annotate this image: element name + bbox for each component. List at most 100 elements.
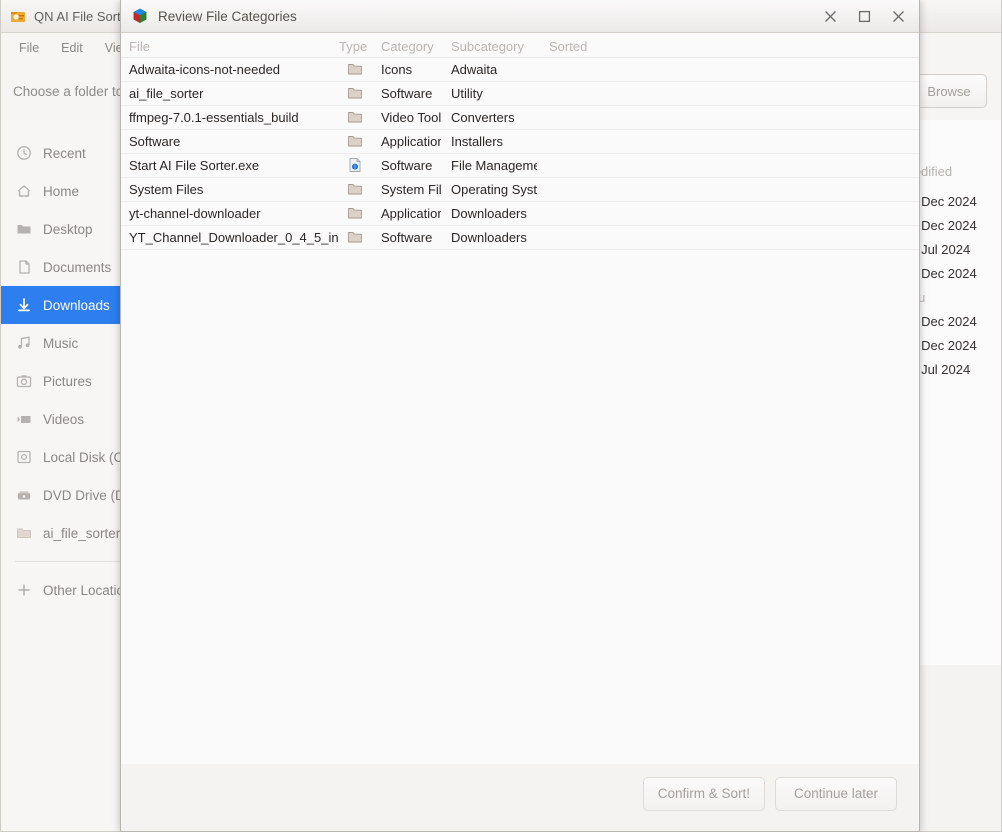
- cell-sorted: [537, 177, 919, 201]
- cell-subcategory: Operating System: [441, 177, 537, 201]
- sidebar-item-label: DVD Drive (D:: [43, 488, 129, 503]
- window-close-button[interactable]: [881, 1, 915, 31]
- cell-sorted: [537, 225, 919, 249]
- dialog-title: Review File Categories: [158, 9, 297, 24]
- cell-subcategory: File Management: [441, 153, 537, 177]
- cell-type: [339, 105, 371, 129]
- cell-file: ai_file_sorter: [121, 81, 339, 105]
- table-row[interactable]: Adwaita-icons-not-needed Icons Adwaita: [121, 57, 919, 81]
- cell-subcategory: Utility: [441, 81, 537, 105]
- column-header-subcategory[interactable]: Subcategory: [441, 33, 537, 57]
- cell-type: [339, 225, 371, 249]
- cell-subcategory: Converters: [441, 105, 537, 129]
- cell-type: [339, 201, 371, 225]
- sidebar-item-label: Music: [43, 336, 78, 351]
- cell-file: Adwaita-icons-not-needed: [121, 57, 339, 81]
- cell-file: yt-channel-downloader: [121, 201, 339, 225]
- sidebar-item-label: Videos: [43, 412, 84, 427]
- table-row[interactable]: Start AI File Sorter.exe Software File M…: [121, 153, 919, 177]
- file-categories-list[interactable]: File Type Category Subcategory Sorted Ad…: [121, 33, 919, 764]
- folder-icon: [347, 133, 363, 149]
- cell-sorted: [537, 105, 919, 129]
- folder-icon: [347, 61, 363, 77]
- cell-category: Applications: [371, 201, 441, 225]
- table-row[interactable]: yt-channel-downloader Applications Downl…: [121, 201, 919, 225]
- table-body: Adwaita-icons-not-needed Icons Adwaita a…: [121, 57, 919, 249]
- sidebar-item-label: Pictures: [43, 374, 92, 389]
- cell-sorted: [537, 201, 919, 225]
- cell-type: [339, 129, 371, 153]
- file-categories-table: File Type Category Subcategory Sorted Ad…: [121, 33, 919, 250]
- cell-sorted: [537, 153, 919, 177]
- cell-file: ffmpeg-7.0.1-essentials_build: [121, 105, 339, 129]
- column-header-type[interactable]: Type: [339, 33, 371, 57]
- sidebar-item-label: Downloads: [43, 298, 110, 313]
- home-icon: [15, 183, 32, 200]
- dialog-footer: Confirm & Sort! Continue later: [121, 764, 919, 831]
- dialog-titlebar: Review File Categories: [121, 0, 919, 33]
- table-row[interactable]: YT_Channel_Downloader_0_4_5_installer So…: [121, 225, 919, 249]
- column-header-sorted[interactable]: Sorted: [537, 33, 919, 57]
- video-icon: [15, 411, 32, 428]
- background-window-title: QN AI File Sorter: [34, 9, 132, 24]
- sidebar-item-label: Desktop: [43, 222, 93, 237]
- review-file-categories-dialog: Review File Categories: [120, 0, 920, 832]
- cell-type: [339, 153, 371, 177]
- sidebar-item-label: Local Disk (C:: [43, 450, 127, 465]
- sidebar-item-label: ai_file_sorter_: [43, 526, 128, 541]
- exe-icon: [347, 157, 363, 173]
- menu-edit[interactable]: Edit: [53, 38, 91, 58]
- continue-later-button[interactable]: Continue later: [775, 777, 897, 811]
- table-header-row: File Type Category Subcategory Sorted: [121, 33, 919, 57]
- cell-sorted: [537, 129, 919, 153]
- table-row[interactable]: System Files System Files Operating Syst…: [121, 177, 919, 201]
- folder-icon: [347, 85, 363, 101]
- table-row[interactable]: ffmpeg-7.0.1-essentials_build Video Tool…: [121, 105, 919, 129]
- table-row[interactable]: ai_file_sorter Software Utility: [121, 81, 919, 105]
- cell-subcategory: Adwaita: [441, 57, 537, 81]
- cell-file: System Files: [121, 177, 339, 201]
- cell-category: System Files: [371, 177, 441, 201]
- app-icon: [9, 7, 27, 25]
- download-icon: [15, 297, 32, 314]
- sidebar-item-label: Recent: [43, 146, 86, 161]
- folder-icon: [347, 181, 363, 197]
- cube-icon: [131, 7, 149, 25]
- sidebar-item-label: Other Locatio: [43, 583, 124, 598]
- screen: QN AI File Sorter ✕ File Edit View Choos…: [0, 0, 1002, 832]
- optical-disc-icon: [15, 487, 32, 504]
- cell-category: Icons: [371, 57, 441, 81]
- dialog-close-button[interactable]: [813, 1, 847, 31]
- camera-icon: [15, 373, 32, 390]
- confirm-and-sort-button[interactable]: Confirm & Sort!: [643, 777, 765, 811]
- cell-subcategory: Downloaders: [441, 225, 537, 249]
- folder-icon: [347, 205, 363, 221]
- plus-icon: [15, 582, 32, 599]
- folder-icon: [347, 229, 363, 245]
- cell-file: YT_Channel_Downloader_0_4_5_installer: [121, 225, 339, 249]
- menu-file[interactable]: File: [11, 38, 47, 58]
- document-icon: [15, 259, 32, 276]
- table-header: File Type Category Subcategory Sorted: [121, 33, 919, 57]
- browse-button[interactable]: Browse: [911, 74, 987, 108]
- music-icon: [15, 335, 32, 352]
- folder-icon: [15, 221, 32, 238]
- cell-sorted: [537, 57, 919, 81]
- table-row[interactable]: Software Applications Installers: [121, 129, 919, 153]
- sidebar-item-label: Home: [43, 184, 79, 199]
- cell-category: Video Tools: [371, 105, 441, 129]
- column-header-category[interactable]: Category: [371, 33, 441, 57]
- cell-category: Applications: [371, 129, 441, 153]
- dialog-maximize-button[interactable]: [847, 1, 881, 31]
- folder-icon: [15, 525, 32, 542]
- folder-icon: [347, 109, 363, 125]
- cell-sorted: [537, 81, 919, 105]
- harddisk-icon: [15, 449, 32, 466]
- column-header-file[interactable]: File: [121, 33, 339, 57]
- cell-category: Software: [371, 81, 441, 105]
- clock-icon: [15, 145, 32, 162]
- cell-subcategory: Installers: [441, 129, 537, 153]
- cell-category: Software: [371, 225, 441, 249]
- cell-file: Software: [121, 129, 339, 153]
- cell-type: [339, 81, 371, 105]
